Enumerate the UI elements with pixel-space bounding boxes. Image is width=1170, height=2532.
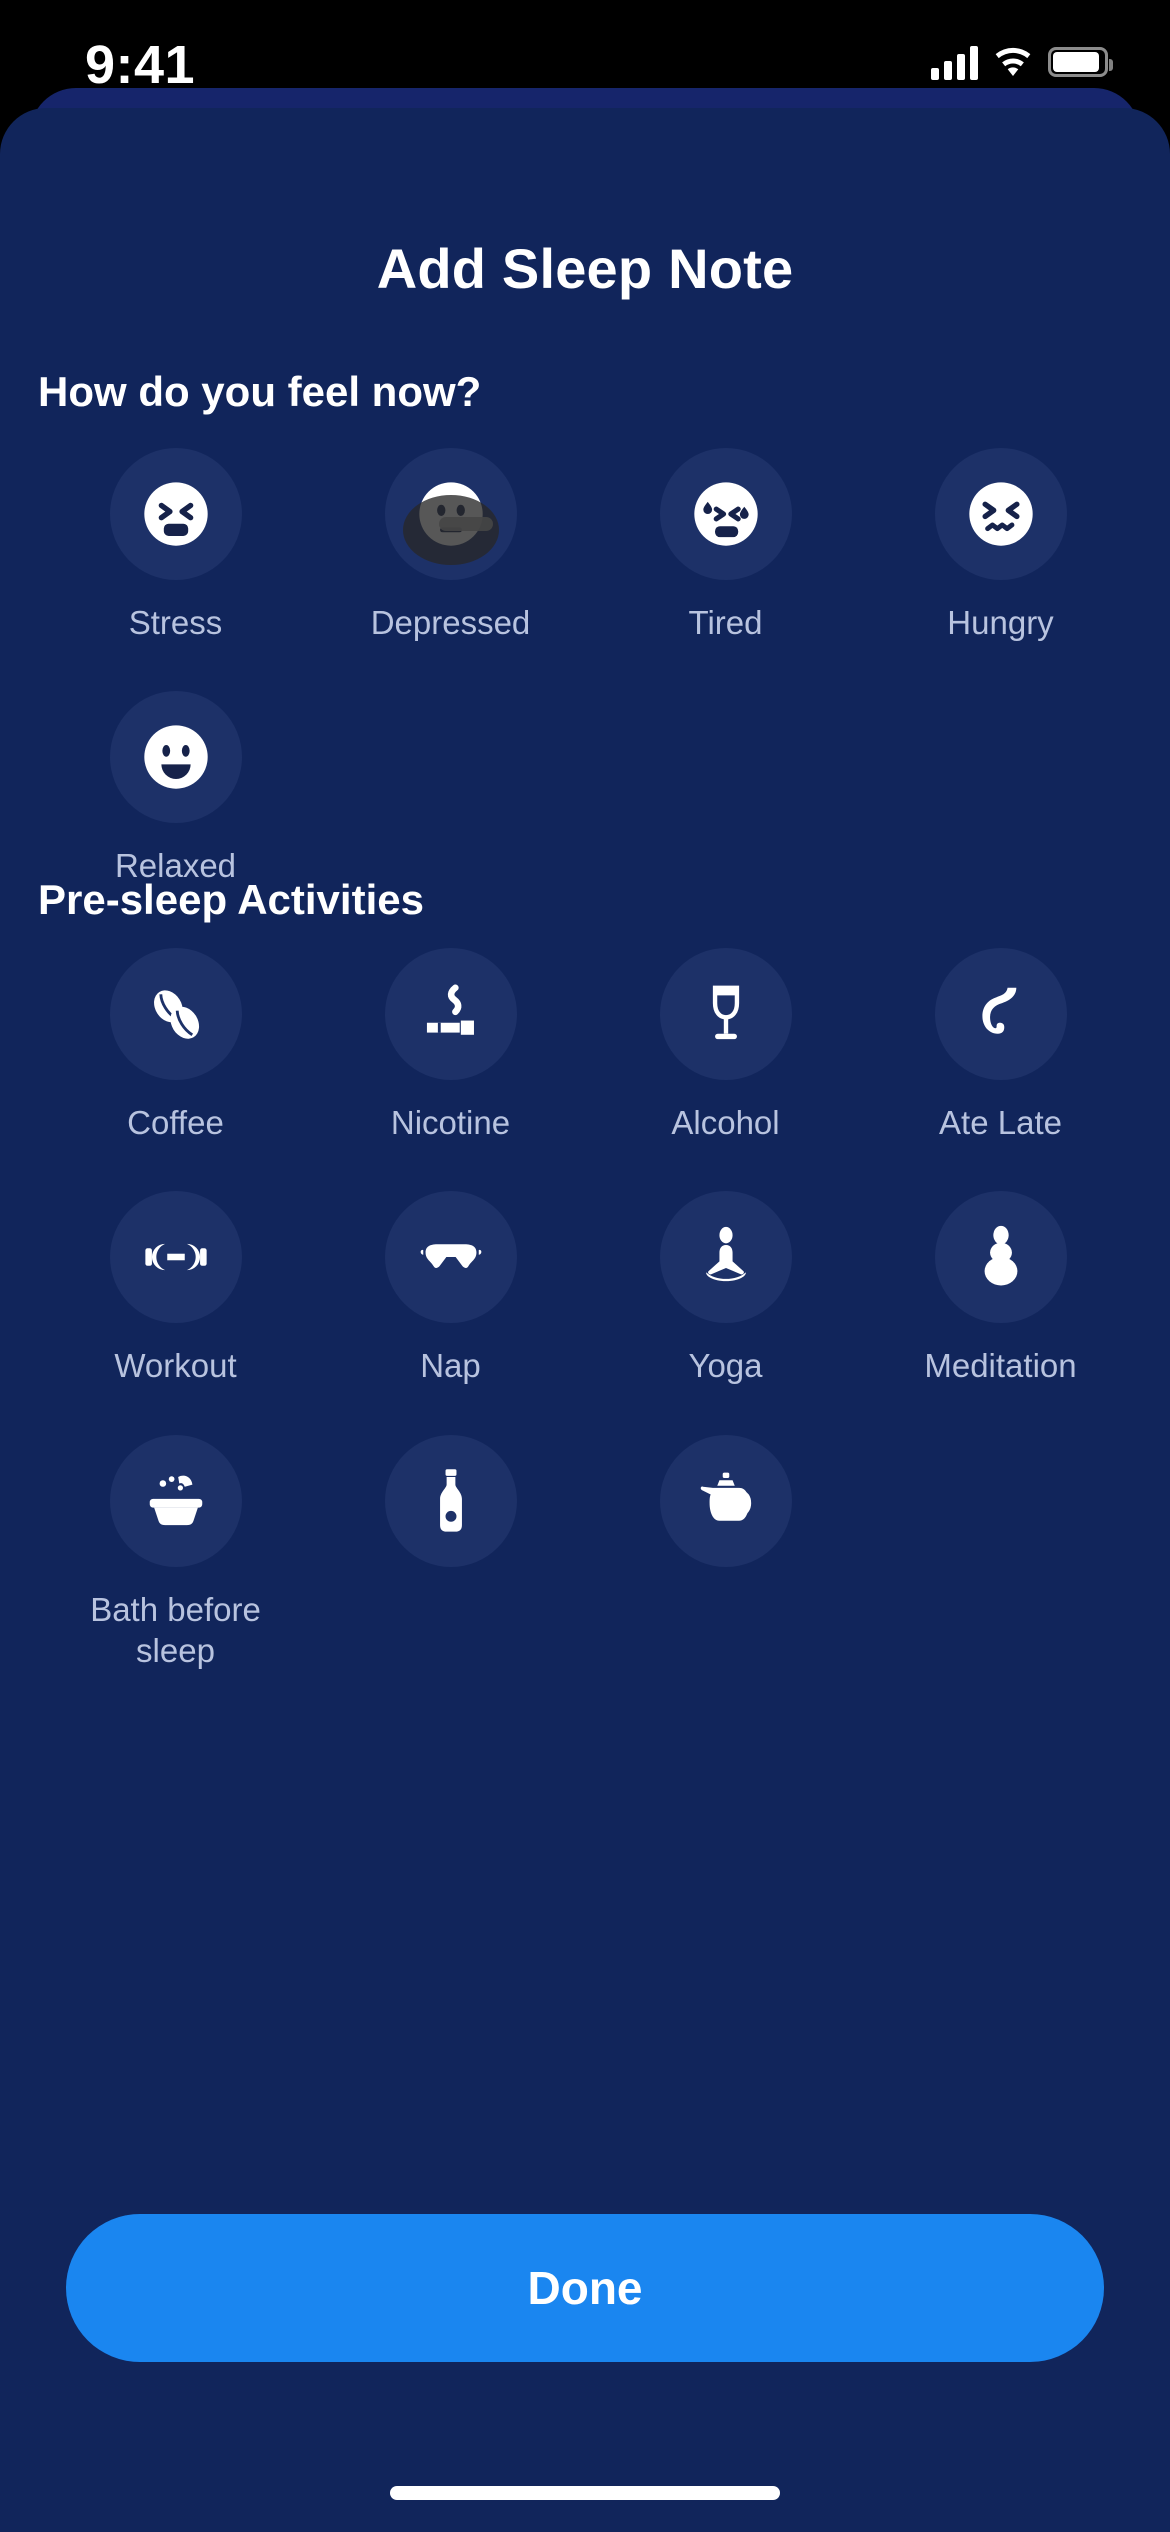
- status-bar: 9:41: [0, 0, 1170, 150]
- mood-chip[interactable]: [384, 448, 517, 580]
- activity-option-alcohol[interactable]: Alcohol: [588, 948, 863, 1143]
- wifi-icon: [992, 45, 1034, 79]
- activities-section-heading: Pre-sleep Activities: [38, 876, 424, 923]
- bathtub-icon: [149, 1475, 202, 1525]
- activity-chip[interactable]: [659, 1434, 792, 1567]
- activity-label: Nicotine: [390, 1104, 511, 1141]
- activity-chip[interactable]: [934, 948, 1067, 1080]
- activity-label: Nap: [420, 1347, 481, 1385]
- mood-label: Tired: [688, 604, 763, 641]
- lotus-pose-icon: [705, 1227, 746, 1282]
- activity-option-bath[interactable]: Bath before sleep: [38, 1434, 313, 1672]
- activity-label: Coffee: [127, 1104, 224, 1141]
- meditation-figure-icon: [984, 1226, 1017, 1286]
- bottle-icon: [439, 1468, 462, 1532]
- wine-glass-icon: [712, 985, 739, 1040]
- status-bar-indicators: [931, 44, 1113, 80]
- activity-label: Bath before sleep: [90, 1590, 261, 1669]
- mood-label: Stress: [128, 604, 223, 641]
- activity-chip[interactable]: [109, 1434, 242, 1567]
- activity-chip[interactable]: [109, 948, 242, 1080]
- mood-label: Depressed: [370, 604, 531, 641]
- add-sleep-note-sheet: Add Sleep Note How do you feel now? Stre…: [0, 108, 1170, 2532]
- activity-option-nicotine[interactable]: Nicotine: [313, 948, 588, 1143]
- cigarette-icon: [426, 984, 474, 1035]
- activity-label: Ate Late: [939, 1104, 1062, 1141]
- activity-chip[interactable]: [659, 948, 792, 1080]
- teapot-icon: [700, 1472, 751, 1521]
- face-relaxed-icon: [143, 725, 208, 789]
- activity-chip[interactable]: [109, 1191, 242, 1324]
- signal-bars-icon: [931, 44, 978, 80]
- done-button[interactable]: Done: [66, 2214, 1104, 2362]
- mood-chip[interactable]: [659, 448, 792, 580]
- mood-option-depressed[interactable]: Depressed: [313, 448, 588, 643]
- mood-label: Hungry: [947, 604, 1054, 641]
- activity-chip[interactable]: [934, 1191, 1067, 1324]
- mood-grid: Stress Depressed Tired Hungry Relaxed: [38, 448, 1138, 887]
- mood-section-heading: How do you feel now?: [38, 368, 482, 415]
- activity-chip[interactable]: [384, 948, 517, 1080]
- activity-label: Workout: [114, 1347, 237, 1385]
- activity-option-teapot[interactable]: [588, 1434, 863, 1672]
- activity-option-meditation[interactable]: Meditation: [863, 1191, 1138, 1386]
- sleep-mask-icon: [420, 1244, 481, 1269]
- face-depressed-icon: [418, 482, 483, 546]
- mood-option-hungry[interactable]: Hungry: [863, 448, 1138, 643]
- activity-chip[interactable]: [384, 1434, 517, 1567]
- home-indicator: [390, 2486, 780, 2500]
- face-tired-icon: [693, 482, 758, 546]
- mood-chip[interactable]: [109, 448, 242, 580]
- mood-chip[interactable]: [109, 691, 242, 824]
- activity-label: Yoga: [688, 1347, 763, 1385]
- activity-option-workout[interactable]: Workout: [38, 1191, 313, 1386]
- activity-option-bottle[interactable]: [313, 1434, 588, 1672]
- stomach-icon: [981, 987, 1016, 1034]
- activity-option-ate-late[interactable]: Ate Late: [863, 948, 1138, 1143]
- activities-grid: Coffee Nicotine Alcohol Ate Late Workout…: [38, 948, 1138, 1671]
- activity-option-nap[interactable]: Nap: [313, 1191, 588, 1386]
- face-hungry-icon: [968, 482, 1033, 546]
- face-stressed-icon: [143, 482, 208, 546]
- battery-icon: [1048, 47, 1113, 77]
- mood-option-stress[interactable]: Stress: [38, 448, 313, 643]
- coffee-beans-icon: [153, 990, 199, 1039]
- mood-option-relaxed[interactable]: Relaxed: [38, 691, 313, 886]
- mood-chip[interactable]: [934, 448, 1067, 580]
- activity-option-coffee[interactable]: Coffee: [38, 948, 313, 1143]
- dumbbell-icon: [144, 1244, 207, 1271]
- activity-label: Alcohol: [671, 1104, 780, 1141]
- activity-label: Meditation: [924, 1347, 1077, 1385]
- status-bar-time: 9:41: [85, 35, 196, 95]
- activity-chip[interactable]: [659, 1191, 792, 1324]
- activity-option-yoga[interactable]: Yoga: [588, 1191, 863, 1386]
- mood-option-tired[interactable]: Tired: [588, 448, 863, 643]
- activity-chip[interactable]: [384, 1191, 517, 1324]
- page-title: Add Sleep Note: [376, 237, 794, 300]
- phone-screen: 9:41 Add Sleep Note How do you feel now?: [0, 0, 1170, 2532]
